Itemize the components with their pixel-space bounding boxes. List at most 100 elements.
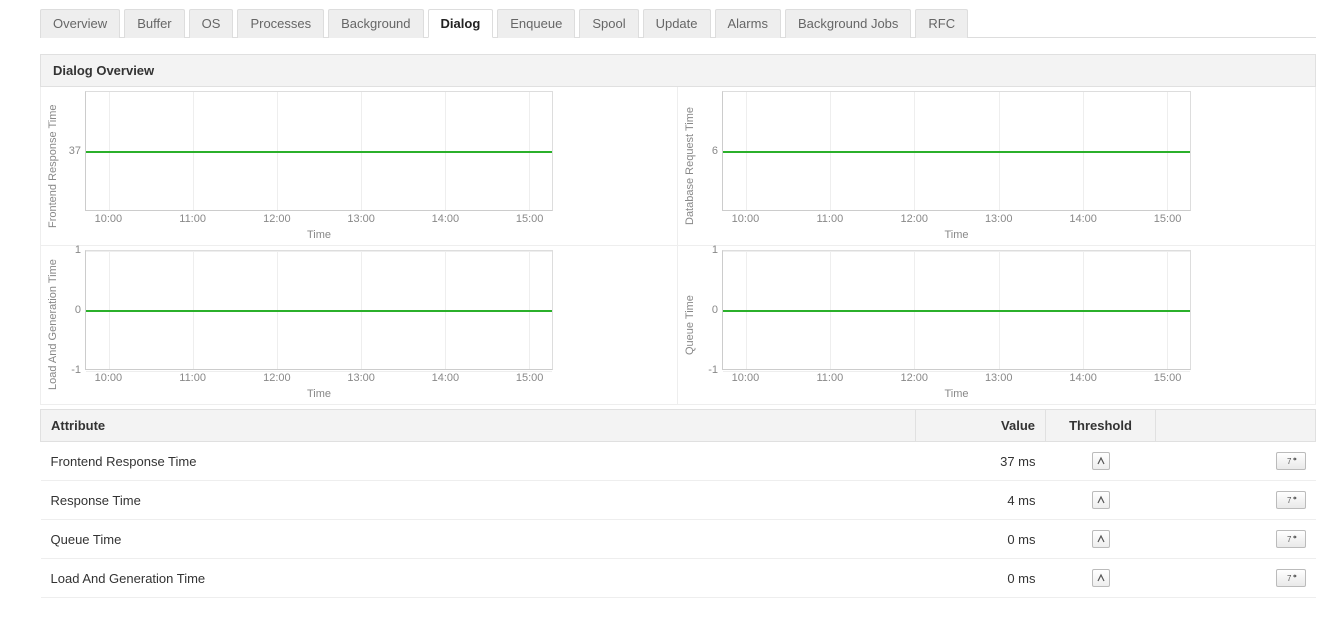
- chart-xtick: 12:00: [263, 213, 291, 225]
- chart-xtick: 13:00: [347, 372, 375, 384]
- chart-xtick: 13:00: [985, 213, 1013, 225]
- attribute-name: Response Time: [41, 481, 916, 520]
- tab-overview[interactable]: Overview: [40, 9, 120, 38]
- table-row: Response Time4 ms 7: [41, 481, 1316, 520]
- chart-series-line: [723, 151, 1190, 153]
- chart-ytick: -1: [708, 364, 718, 376]
- attribute-value: 0 ms: [916, 520, 1046, 559]
- tab-os[interactable]: OS: [189, 9, 234, 38]
- seven-day-history-icon[interactable]: 7: [1276, 491, 1306, 509]
- chart-xticks: 10:00 11:00 12:00 13:00 14:00 15:00: [85, 370, 553, 388]
- seven-day-history-icon[interactable]: 7: [1276, 530, 1306, 548]
- chart-ytick: 0: [75, 304, 81, 316]
- chart-xtick: 14:00: [432, 213, 460, 225]
- chart-ytick: -1: [71, 364, 81, 376]
- table-row: Queue Time0 ms 7: [41, 520, 1316, 559]
- chart-ylabel: Frontend Response Time: [45, 91, 61, 241]
- tab-background[interactable]: Background: [328, 9, 423, 38]
- svg-text:7: 7: [1287, 457, 1292, 466]
- attribute-table: Attribute Value Threshold Frontend Respo…: [40, 409, 1316, 598]
- chart-xtick: 13:00: [347, 213, 375, 225]
- chart-xtick: 14:00: [432, 372, 460, 384]
- attribute-name: Load And Generation Time: [41, 559, 916, 598]
- tab-spool[interactable]: Spool: [579, 9, 638, 38]
- chart-xtick: 13:00: [985, 372, 1013, 384]
- column-header-attribute[interactable]: Attribute: [41, 410, 916, 442]
- attribute-name: Frontend Response Time: [41, 442, 916, 481]
- seven-day-history-icon[interactable]: 7: [1276, 452, 1306, 470]
- tab-rfc[interactable]: RFC: [915, 9, 968, 38]
- chart-xlabel: Time: [722, 229, 1191, 241]
- chart-series-line: [86, 151, 552, 153]
- attribute-value: 0 ms: [916, 559, 1046, 598]
- table-row: Load And Generation Time0 ms 7: [41, 559, 1316, 598]
- chart-plot-area[interactable]: [722, 250, 1191, 370]
- chart-xtick: 10:00: [95, 372, 123, 384]
- svg-text:7: 7: [1287, 535, 1292, 544]
- chart-xtick: 15:00: [1154, 213, 1182, 225]
- chart-ytick: 6: [712, 145, 718, 157]
- tab-alarms[interactable]: Alarms: [715, 9, 781, 38]
- chart-xtick: 14:00: [1069, 213, 1097, 225]
- chart-xticks: 10:00 11:00 12:00 13:00 14:00 15:00: [722, 370, 1191, 388]
- svg-text:7: 7: [1287, 496, 1292, 505]
- chart-series-line: [723, 310, 1190, 312]
- edit-thresholds-icon[interactable]: [1092, 452, 1110, 470]
- chart-ytick: 37: [69, 145, 81, 157]
- chart-xlabel: Time: [85, 388, 553, 400]
- chart-xtick: 11:00: [179, 213, 206, 225]
- tab-enqueue[interactable]: Enqueue: [497, 9, 575, 38]
- chart-plot-area[interactable]: [85, 91, 553, 211]
- chart-series-line: [86, 310, 552, 312]
- chart-xtick: 11:00: [179, 372, 206, 384]
- chart-ylabel: Load And Generation Time: [45, 250, 61, 400]
- chart-xtick: 10:00: [732, 372, 760, 384]
- chart-xticks: 10:00 11:00 12:00 13:00 14:00 15:00: [722, 211, 1191, 229]
- chart-yticks: -101: [61, 250, 85, 400]
- attribute-value: 4 ms: [916, 481, 1046, 520]
- chart-xlabel: Time: [85, 229, 553, 241]
- chart-plot-area[interactable]: [85, 250, 553, 370]
- tab-update[interactable]: Update: [643, 9, 711, 38]
- panel-title: Dialog Overview: [40, 54, 1316, 87]
- edit-thresholds-icon[interactable]: [1092, 569, 1110, 587]
- chart-yticks: 6: [698, 91, 722, 241]
- tab-dialog[interactable]: Dialog: [428, 9, 494, 38]
- chart-xtick: 12:00: [901, 213, 929, 225]
- chart-xticks: 10:0011:0012:0013:0014:0015:00: [85, 211, 553, 229]
- seven-day-history-icon[interactable]: 7: [1276, 569, 1306, 587]
- chart-load-and-generation-time: Load And Generation Time -1 0 1 10:00 11:00 12…: [41, 246, 678, 404]
- chart-xtick: 14:00: [1069, 372, 1097, 384]
- chart-xlabel: Time: [722, 388, 1191, 400]
- table-row: Frontend Response Time37 ms 7: [41, 442, 1316, 481]
- column-header-value[interactable]: Value: [916, 410, 1046, 442]
- tab-buffer[interactable]: Buffer: [124, 9, 184, 38]
- chart-xtick: 15:00: [516, 372, 544, 384]
- attribute-name: Queue Time: [41, 520, 916, 559]
- chart-yticks: 37: [61, 91, 85, 241]
- chart-database-request-time: Database Request Time 6 10:00 11:00 12:00 13:…: [678, 87, 1315, 246]
- attribute-value: 37 ms: [916, 442, 1046, 481]
- chart-xtick: 11:00: [817, 213, 844, 225]
- column-header-threshold[interactable]: Threshold: [1046, 410, 1156, 442]
- chart-queue-time: Queue Time-10110:0011:0012:0013:0014:001…: [678, 246, 1315, 404]
- edit-thresholds-icon[interactable]: [1092, 530, 1110, 548]
- chart-ylabel: Queue Time: [682, 250, 698, 400]
- tab-processes[interactable]: Processes: [237, 9, 324, 38]
- chart-yticks: -101: [698, 250, 722, 400]
- chart-xtick: 12:00: [901, 372, 929, 384]
- svg-text:7: 7: [1287, 574, 1292, 583]
- tabs-bar: OverviewBufferOSProcessesBackgroundDialo…: [40, 8, 1316, 38]
- chart-ylabel: Database Request Time: [682, 91, 698, 241]
- chart-ytick: 0: [712, 304, 718, 316]
- edit-thresholds-icon[interactable]: [1092, 491, 1110, 509]
- chart-plot-area[interactable]: [722, 91, 1191, 211]
- charts-grid: Frontend Response Time3710:0011:0012:001…: [40, 87, 1316, 405]
- chart-xtick: 15:00: [1154, 372, 1182, 384]
- chart-xtick: 15:00: [516, 213, 544, 225]
- chart-xtick: 12:00: [263, 372, 291, 384]
- chart-ytick: 1: [75, 244, 81, 256]
- tab-background-jobs[interactable]: Background Jobs: [785, 9, 911, 38]
- chart-xtick: 10:00: [732, 213, 760, 225]
- chart-xtick: 11:00: [817, 372, 844, 384]
